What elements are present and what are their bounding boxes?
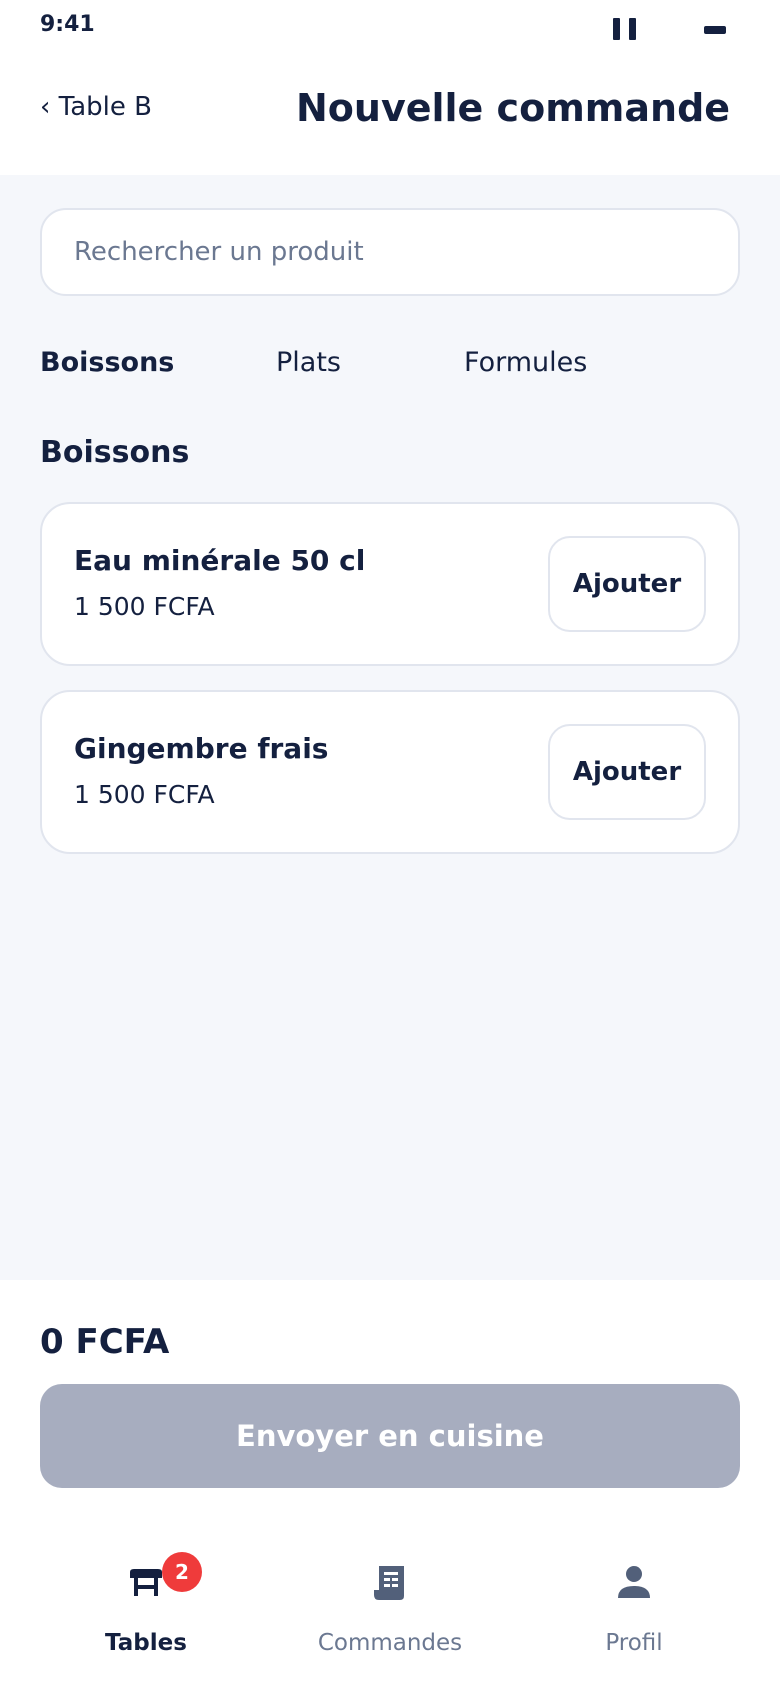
- product-name: Gingembre frais: [74, 732, 329, 765]
- order-footer: 0 FCFA Envoyer en cuisine 2 Tables Comma…: [0, 1280, 780, 1688]
- back-link[interactable]: ‹ Table B: [40, 92, 152, 122]
- nav-item-tables[interactable]: 2 Tables: [26, 1548, 266, 1668]
- signal-icon: [613, 18, 620, 40]
- nav-label-tables: Tables: [105, 1630, 187, 1656]
- person-icon: [618, 1566, 650, 1598]
- nav-label-profil: Profil: [605, 1630, 663, 1656]
- nav-item-profil[interactable]: Profil: [514, 1548, 754, 1668]
- page-title: Nouvelle commande: [296, 86, 731, 130]
- battery-icon: [704, 26, 726, 34]
- bottom-nav: 2 Tables Commandes Profil: [0, 1548, 780, 1668]
- receipt-icon: [374, 1566, 404, 1600]
- nav-label-commandes: Commandes: [317, 1630, 463, 1656]
- search-box: [40, 208, 740, 296]
- add-button[interactable]: Ajouter: [548, 724, 706, 820]
- order-total: 0 FCFA: [40, 1322, 170, 1362]
- table-icon: [130, 1569, 162, 1596]
- tab-formules[interactable]: Formules: [464, 347, 587, 378]
- nav-item-commandes[interactable]: Commandes: [270, 1548, 510, 1668]
- product-price: 1 500 FCFA: [74, 780, 215, 809]
- product-card: Eau minérale 50 cl 1 500 FCFA Ajouter: [40, 502, 740, 666]
- search-input[interactable]: [42, 210, 738, 294]
- category-tabs: Boissons Plats Formules: [40, 347, 740, 387]
- main-content: Boissons Plats Formules Boissons Eau min…: [0, 175, 780, 1280]
- section-title: Boissons: [40, 435, 190, 470]
- tab-plats[interactable]: Plats: [276, 347, 341, 378]
- wifi-icon: [629, 18, 636, 40]
- product-price: 1 500 FCFA: [74, 592, 215, 621]
- tab-boissons[interactable]: Boissons: [40, 347, 174, 378]
- status-bar: 9:41: [0, 0, 780, 60]
- notification-badge: 2: [162, 1552, 202, 1592]
- status-time: 9:41: [40, 12, 95, 37]
- add-button[interactable]: Ajouter: [548, 536, 706, 632]
- product-card: Gingembre frais 1 500 FCFA Ajouter: [40, 690, 740, 854]
- header: ‹ Table B Nouvelle commande: [0, 60, 780, 175]
- send-to-kitchen-button[interactable]: Envoyer en cuisine: [40, 1384, 740, 1488]
- product-name: Eau minérale 50 cl: [74, 544, 366, 577]
